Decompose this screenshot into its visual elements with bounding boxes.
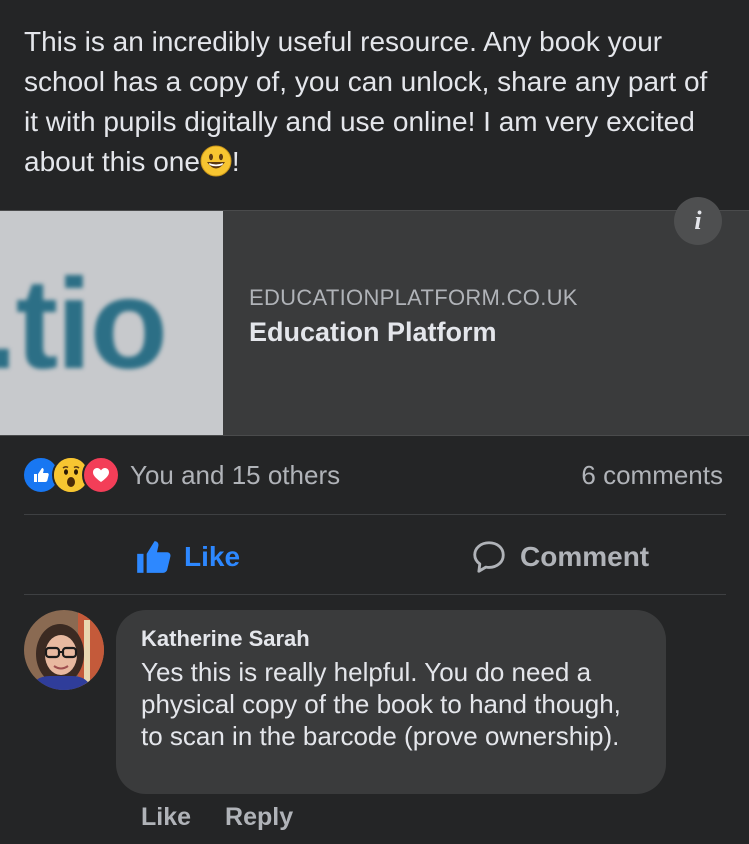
link-domain: EDUCATIONPLATFORM.CO.UK [249, 285, 578, 310]
post-body: This is an incredibly useful resource. A… [24, 26, 708, 177]
grinning-face-icon [200, 145, 232, 177]
like-label: Like [184, 541, 241, 572]
post-suffix: ! [231, 146, 240, 177]
thumbs-up-icon [137, 541, 171, 573]
comment-actions: Like Reply [141, 803, 293, 832]
post-text: This is an incredibly useful resource. A… [24, 22, 724, 182]
reaction-summary[interactable]: You and 15 others [130, 460, 340, 491]
divider [24, 514, 726, 515]
link-thumbnail[interactable]: .tio [0, 211, 223, 435]
info-icon[interactable]: i [674, 197, 722, 245]
comment-reply-button[interactable]: Reply [225, 803, 293, 832]
like-button[interactable]: Like [134, 534, 240, 580]
comments-count[interactable]: 6 comments [581, 460, 723, 491]
comment-author[interactable]: Katherine Sarah [141, 624, 640, 654]
comment-bubble[interactable]: Katherine Sarah Yes this is really helpf… [116, 610, 666, 794]
comment-button[interactable]: Comment [470, 534, 649, 580]
thumbnail-text: .tio [0, 253, 168, 396]
comment-text: Yes this is really helpful. You do need … [141, 657, 621, 751]
comment-icon [473, 541, 505, 573]
avatar[interactable] [24, 610, 104, 690]
divider [24, 594, 726, 595]
reaction-icons[interactable] [22, 456, 120, 494]
link-title[interactable]: Education Platform [249, 317, 497, 348]
info-label: i [694, 206, 702, 235]
love-reaction-icon [82, 456, 120, 494]
comment-label: Comment [520, 541, 650, 572]
link-preview-card[interactable]: .tio EDUCATIONPLATFORM.CO.UK Education P… [0, 197, 749, 436]
comment-like-button[interactable]: Like [141, 803, 191, 832]
